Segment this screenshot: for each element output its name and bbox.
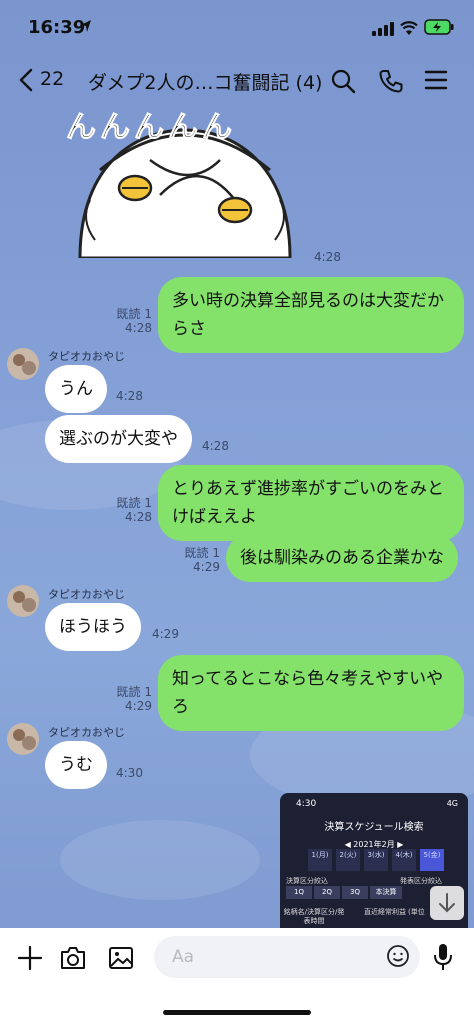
preview-time: 4:30 xyxy=(296,799,317,809)
preview-label: 決算区分絞込 xyxy=(286,877,328,885)
microphone-icon[interactable] xyxy=(432,942,454,972)
message-time: 4:28 xyxy=(202,439,229,453)
message-time: 4:28 xyxy=(125,510,152,524)
cellular-signal-icon xyxy=(372,22,394,36)
menu-icon[interactable] xyxy=(424,69,448,91)
received-message[interactable]: 選ぶのが大変や xyxy=(45,415,192,463)
sender-name: タピオカおやじ xyxy=(48,726,125,739)
image-icon[interactable] xyxy=(108,945,134,971)
phone-call-icon[interactable] xyxy=(378,68,404,94)
image-message-preview[interactable]: 4:30 4G 決算スケジュール検索 ◀ 2021年2月 ▶ 1(月) 2(火)… xyxy=(280,793,468,928)
preview-day: 2(火) xyxy=(336,849,360,871)
home-indicator[interactable] xyxy=(163,1010,311,1015)
preview-status: 4G xyxy=(446,799,458,808)
preview-day: 3(水) xyxy=(364,849,388,871)
preview-column: 銘柄名/決算区分/発表時間 xyxy=(283,908,345,925)
preview-tab: 1Q xyxy=(286,886,312,899)
unread-count[interactable]: 22 xyxy=(40,68,64,90)
avatar[interactable] xyxy=(7,723,39,755)
preview-tab: 3Q xyxy=(342,886,368,899)
chat-title[interactable]: ダメプ2人の…コ奮闘記 (4) xyxy=(88,68,322,95)
location-arrow-icon xyxy=(81,20,91,32)
status-bar: 16:39 xyxy=(0,0,474,56)
received-message[interactable]: うん xyxy=(45,365,107,413)
camera-icon[interactable] xyxy=(59,945,87,971)
sent-message[interactable]: とりあえず進捗率がすごいのをみとけばええよ xyxy=(158,465,464,541)
preview-tab: 2Q xyxy=(314,886,340,899)
sent-message[interactable]: 後は馴染みのある企業かな xyxy=(226,534,458,582)
message-time: 4:28 xyxy=(125,321,152,335)
arrow-down-icon xyxy=(439,893,455,913)
sender-name: タピオカおやじ xyxy=(48,350,125,363)
plus-icon[interactable] xyxy=(17,945,43,971)
received-message[interactable]: うむ xyxy=(45,741,107,789)
preview-column: (単位 xyxy=(408,908,425,916)
message-time: 4:30 xyxy=(116,766,143,780)
message-placeholder: Aa xyxy=(172,947,195,967)
sent-message[interactable]: 知ってるとこなら色々考えやすいやろ xyxy=(158,655,464,731)
wifi-icon xyxy=(400,21,418,35)
bird-sticker[interactable]: んんんんん xyxy=(60,100,310,258)
received-message[interactable]: ほうほう xyxy=(45,603,141,651)
message-time: 4:29 xyxy=(152,627,179,641)
sticker-caption: んんんんん xyxy=(66,110,236,146)
avatar[interactable] xyxy=(7,348,39,380)
message-input-bar: Aa xyxy=(0,928,474,1024)
message-time: 4:29 xyxy=(125,699,152,713)
battery-charging-icon xyxy=(424,19,454,35)
preview-day: 4(木) xyxy=(392,849,416,871)
avatar[interactable] xyxy=(7,585,39,617)
search-icon[interactable] xyxy=(330,68,356,94)
preview-column: 直近経常利益 xyxy=(364,908,406,916)
sticker-time: 4:28 xyxy=(314,250,341,264)
message-time: 4:28 xyxy=(116,389,143,403)
preview-label: 発表区分絞込 xyxy=(400,877,442,885)
preview-tab: 本決算 xyxy=(370,886,402,899)
back-chevron-icon[interactable] xyxy=(18,68,34,92)
emoji-icon[interactable] xyxy=(386,944,410,968)
message-time: 4:29 xyxy=(193,560,220,574)
sent-message[interactable]: 多い時の決算全部見るのは大変だからさ xyxy=(158,277,464,353)
preview-day: 1(月) xyxy=(308,849,332,871)
preview-day: 5(金) xyxy=(420,849,444,871)
status-time: 16:39 xyxy=(28,17,86,38)
scroll-down-button[interactable] xyxy=(430,886,464,920)
sender-name: タピオカおやじ xyxy=(48,588,125,601)
preview-title: 決算スケジュール検索 xyxy=(324,822,424,833)
chat-header: 22 ダメプ2人の…コ奮闘記 (4) xyxy=(0,56,474,106)
